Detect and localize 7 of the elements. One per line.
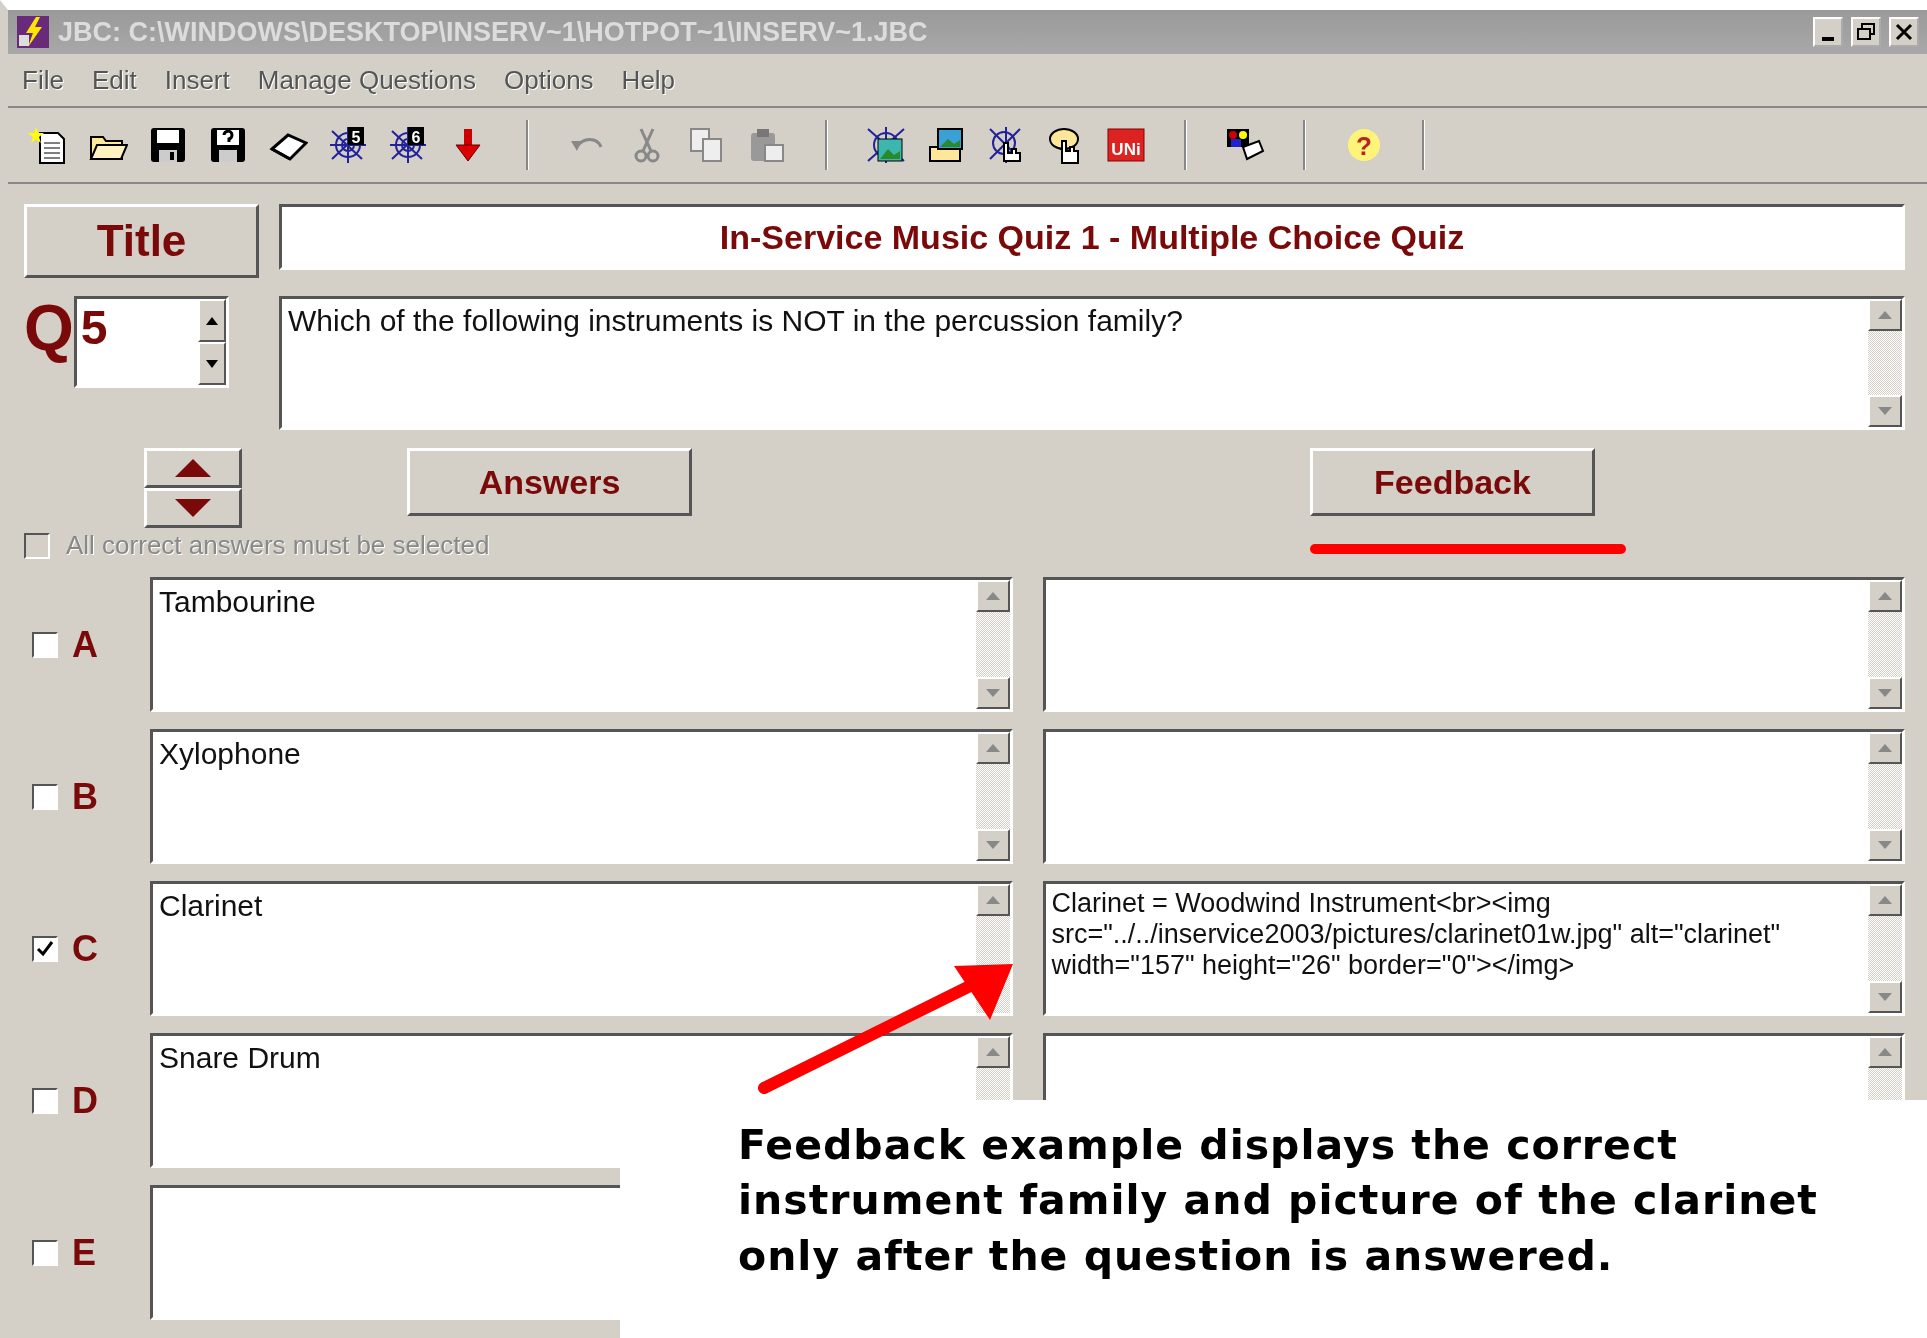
answer-letter: D (72, 1078, 98, 1123)
window-title: JBC: C:\WINDOWS\DESKTOP\INSERV~1\HOTPOT~1\INSERV~1.JBC (58, 15, 929, 49)
answer-letter: C (72, 926, 98, 971)
answer-letter: E (72, 1230, 96, 1275)
checkbox-label: All correct answers must be selected (66, 529, 490, 562)
answer-letter: A (72, 622, 98, 667)
answer-letter: B (72, 774, 98, 819)
